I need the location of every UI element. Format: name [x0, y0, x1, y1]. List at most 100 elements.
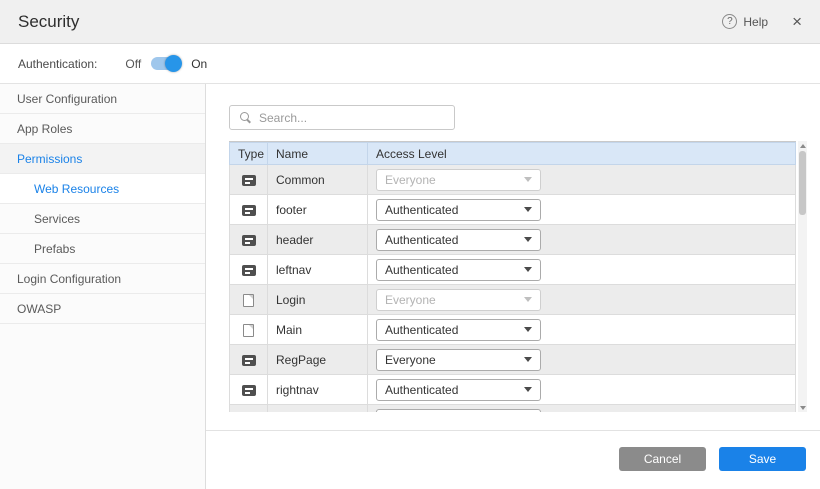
save-button[interactable]: Save	[719, 447, 806, 471]
auth-bar: Authentication: Off On	[0, 44, 820, 84]
sidebar-item-web-resources[interactable]: Web Resources	[0, 174, 205, 204]
permissions-table: TypeNameAccess Level Common Everyone foote…	[229, 142, 796, 412]
sidebar-item-prefabs[interactable]: Prefabs	[0, 234, 205, 264]
type-cell	[230, 345, 268, 375]
auth-toggle[interactable]	[151, 57, 181, 70]
column-header-type: Type	[230, 143, 268, 165]
widget-icon	[242, 205, 256, 216]
access-level-select: Everyone	[376, 169, 541, 191]
access-level-select[interactable]: Authenticated	[376, 319, 541, 341]
resource-name: Main	[268, 315, 368, 345]
table-viewport: TypeNameAccess Level Common Everyone foote…	[229, 141, 796, 412]
sidebar-item-user-configuration[interactable]: User Configuration	[0, 84, 205, 114]
sidebar-item-services[interactable]: Services	[0, 204, 205, 234]
table-row: rightnav Authenticated	[230, 375, 796, 405]
widget-icon	[242, 175, 256, 186]
access-level-value: Authenticated	[385, 233, 458, 247]
main-area: User ConfigurationApp RolesPermissionsWe…	[0, 84, 820, 489]
column-header-name: Name	[268, 143, 368, 165]
search-box	[229, 105, 455, 130]
table-row: header Authenticated	[230, 225, 796, 255]
access-level-value: Authenticated	[385, 323, 458, 337]
resource-name: footer	[268, 195, 368, 225]
help-icon: ?	[722, 14, 737, 29]
access-level-value: Authenticated	[385, 203, 458, 217]
content-panel: TypeNameAccess Level Common Everyone foote…	[206, 84, 820, 489]
permissions-table-area: TypeNameAccess Level Common Everyone foote…	[229, 141, 807, 412]
access-level-value: Authenticated	[385, 263, 458, 277]
sidebar: User ConfigurationApp RolesPermissionsWe…	[0, 84, 206, 489]
access-level-value: Everyone	[385, 293, 436, 307]
caret-down-icon	[524, 297, 532, 302]
access-cell: Authenticated	[368, 315, 796, 345]
sidebar-item-permissions[interactable]: Permissions	[0, 144, 205, 174]
access-cell	[368, 405, 796, 413]
resource-name	[268, 405, 368, 413]
widget-icon	[242, 235, 256, 246]
scroll-down-icon[interactable]	[798, 403, 807, 412]
resource-name: Common	[268, 165, 368, 195]
sidebar-item-app-roles[interactable]: App Roles	[0, 114, 205, 144]
access-cell: Authenticated	[368, 255, 796, 285]
access-level-select[interactable]: Everyone	[376, 349, 541, 371]
caret-down-icon	[524, 327, 532, 332]
search-input[interactable]	[259, 111, 445, 125]
resource-name: leftnav	[268, 255, 368, 285]
access-level-select[interactable]: Authenticated	[376, 259, 541, 281]
table-row: footer Authenticated	[230, 195, 796, 225]
access-level-select: Everyone	[376, 289, 541, 311]
access-cell: Everyone	[368, 165, 796, 195]
type-cell	[230, 405, 268, 413]
caret-down-icon	[524, 177, 532, 182]
widget-icon	[242, 385, 256, 396]
table-body: Common Everyone footer Authenticated header A…	[230, 165, 796, 413]
page-icon	[243, 294, 254, 307]
page-icon	[243, 324, 254, 337]
type-cell	[230, 255, 268, 285]
type-cell	[230, 225, 268, 255]
access-level-select[interactable]: Authenticated	[376, 229, 541, 251]
table-row: LoginEveryone	[230, 285, 796, 315]
access-cell: Authenticated	[368, 375, 796, 405]
access-level-select[interactable]: Authenticated	[376, 199, 541, 221]
page-title: Security	[18, 12, 79, 32]
help-label: Help	[743, 15, 768, 29]
access-level-value: Everyone	[385, 353, 436, 367]
access-cell: Everyone	[368, 345, 796, 375]
toggle-knob	[165, 55, 182, 72]
table-row: leftnav Authenticated	[230, 255, 796, 285]
caret-down-icon	[524, 237, 532, 242]
access-level-select[interactable]: Authenticated	[376, 379, 541, 401]
close-icon[interactable]: ×	[792, 13, 802, 30]
access-cell: Authenticated	[368, 225, 796, 255]
sidebar-item-owasp[interactable]: OWASP	[0, 294, 205, 324]
auth-label: Authentication:	[18, 57, 97, 71]
table-row: Common Everyone	[230, 165, 796, 195]
resource-name: RegPage	[268, 345, 368, 375]
security-window: Security ? Help × Authentication: Off On…	[0, 0, 820, 489]
scrollbar-thumb[interactable]	[799, 151, 806, 215]
caret-down-icon	[524, 387, 532, 392]
resource-name: header	[268, 225, 368, 255]
sidebar-item-login-configuration[interactable]: Login Configuration	[0, 264, 205, 294]
type-cell	[230, 195, 268, 225]
type-cell	[230, 375, 268, 405]
resource-name: rightnav	[268, 375, 368, 405]
help-button[interactable]: ? Help	[722, 14, 768, 29]
widget-icon	[242, 355, 256, 366]
type-cell	[230, 315, 268, 345]
table-scrollbar[interactable]	[798, 141, 807, 412]
caret-down-icon	[524, 207, 532, 212]
cancel-button[interactable]: Cancel	[619, 447, 706, 471]
scroll-up-icon[interactable]	[798, 141, 807, 150]
caret-down-icon	[524, 267, 532, 272]
table-header-row: TypeNameAccess Level	[230, 143, 796, 165]
partial-row	[230, 405, 796, 413]
table-row: Main Authenticated	[230, 315, 796, 345]
widget-icon	[242, 265, 256, 276]
column-header-access-level: Access Level	[368, 143, 796, 165]
search-icon	[239, 111, 252, 124]
titlebar: Security ? Help ×	[0, 0, 820, 44]
access-level-select[interactable]	[376, 409, 541, 413]
auth-off-label: Off	[125, 57, 141, 71]
